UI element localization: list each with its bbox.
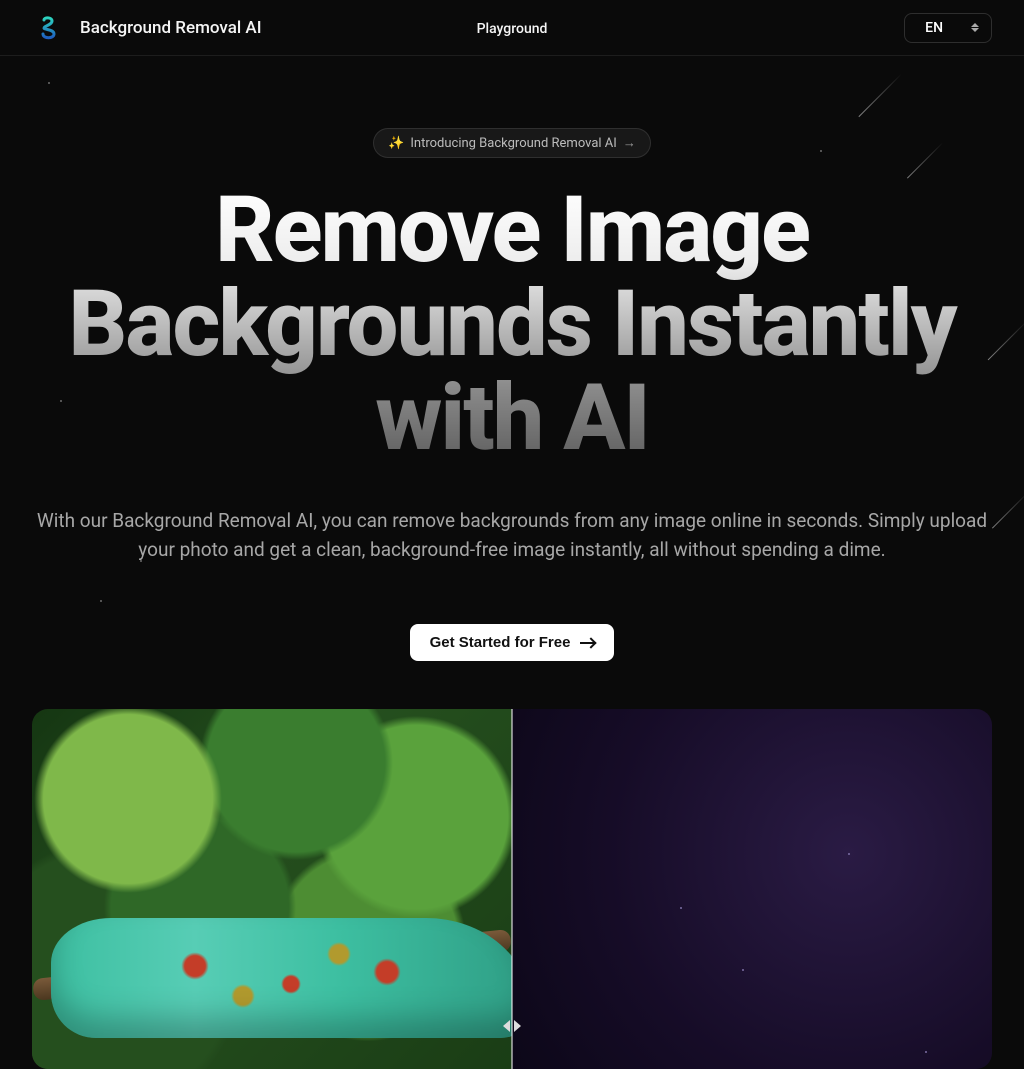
hero-subhead: With our Background Removal AI, you can …: [0, 507, 1024, 564]
hero-headline: Remove Image Backgrounds Instantly with …: [0, 184, 1024, 465]
chevron-up-down-icon: [971, 23, 979, 32]
compare-slider-handle[interactable]: [498, 1012, 526, 1040]
site-header: Background Removal AI Playground EN: [0, 0, 1024, 56]
compare-before: [32, 709, 512, 1069]
announcement-text: Introducing Background Removal AI: [410, 136, 616, 151]
hero-section: ✨ Introducing Background Removal AI → Re…: [0, 56, 1024, 1069]
cta-label: Get Started for Free: [430, 634, 571, 651]
brand-name: Background Removal AI: [80, 18, 262, 38]
language-value: EN: [925, 20, 943, 36]
arrow-right-icon: [580, 642, 594, 644]
language-selector[interactable]: EN: [904, 13, 992, 43]
compare-after: [512, 709, 992, 1069]
arrow-right-icon: →: [623, 135, 636, 151]
before-after-compare: [32, 709, 992, 1069]
nav-center: Playground: [477, 18, 548, 37]
brand-logo-icon: [32, 10, 64, 46]
sparkle-icon: ✨: [388, 136, 404, 151]
get-started-button[interactable]: Get Started for Free: [410, 624, 615, 661]
sample-image-removed-bg: [512, 709, 992, 1069]
brand-group[interactable]: Background Removal AI: [32, 10, 262, 46]
nav-link-playground[interactable]: Playground: [477, 21, 548, 37]
announcement-pill[interactable]: ✨ Introducing Background Removal AI →: [373, 128, 651, 158]
